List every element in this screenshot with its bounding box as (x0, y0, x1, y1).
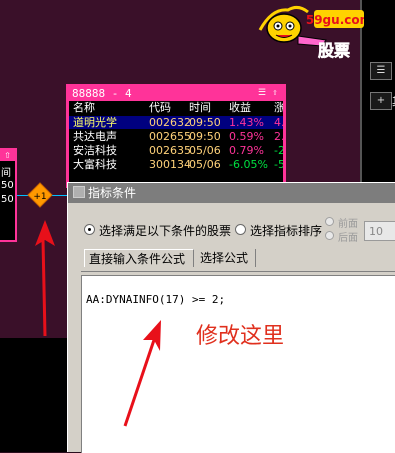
left-panel-text: 间 (1, 168, 11, 179)
condition-radio[interactable] (84, 224, 95, 235)
row-change: -2. (274, 144, 283, 157)
row-time: 09:50 (189, 116, 221, 129)
col-name-header: 名称 (73, 101, 95, 114)
row-code: 002655 (149, 130, 191, 143)
site-logo: 59gu.com 股票 (258, 5, 364, 60)
collapse-icon[interactable]: ⇧ (270, 88, 280, 99)
stock-list-panel: 88888 - 4 ☰ ⇧ 名称 代码 时间 收益 涨 道明光学 002632 09… (66, 84, 286, 188)
tab-direct-input[interactable]: 直接输入条件公式 (84, 249, 194, 267)
row-name: 大富科技 (73, 158, 117, 171)
left-panel-value: 50 (1, 194, 14, 205)
row-change: 2. (274, 130, 283, 143)
sort-radio[interactable] (235, 224, 246, 235)
stock-table-header: 名称 代码 时间 收益 涨 (69, 101, 283, 115)
col-time-header: 时间 (189, 101, 211, 114)
right-side-panel: ☰ + 其 (360, 0, 395, 200)
sort-count-input[interactable]: 10 (364, 221, 395, 241)
row-name: 安洁科技 (73, 144, 117, 157)
logo-label-text: 股票 (318, 41, 350, 60)
row-gain: 0.79% (229, 144, 264, 157)
row-gain: 1.43% (229, 116, 264, 129)
left-mini-panel: ⇧ 间 50 50 (0, 148, 17, 242)
formula-text: AA:DYNAINFO(17) >= 2; (86, 293, 226, 306)
condition-node-icon[interactable]: +1 (26, 181, 54, 209)
dialog-title: 指标条件 (88, 186, 137, 200)
condition-radio-label[interactable]: 选择满足以下条件的股票 (99, 222, 231, 239)
sort-desc-label: 前面 (338, 219, 358, 230)
row-code: 002632 (149, 116, 191, 129)
row-name: 道明光学 (73, 116, 117, 129)
table-row[interactable]: 共达电声 00265509:50 0.59% 2. (69, 130, 283, 143)
indicator-condition-dialog: 指标条件 选择满足以下条件的股票 选择指标排序 前面 后面 10 直接输入条件公… (67, 182, 395, 453)
tab-baseline (81, 271, 395, 272)
row-change: 4. (274, 116, 283, 129)
red-arrow-icon (123, 320, 161, 427)
row-code: 300134 (149, 158, 191, 171)
sort-asc-radio[interactable] (325, 231, 334, 240)
col-code-header: 代码 (149, 101, 171, 114)
sort-radio-label[interactable]: 选择指标排序 (250, 222, 322, 239)
logo-site-text: 59gu.com (306, 13, 364, 27)
row-code: 002635 (149, 144, 191, 157)
sort-asc-label: 后面 (338, 233, 358, 244)
row-time: 05/06 (189, 144, 221, 157)
row-time: 09:50 (189, 130, 221, 143)
list-icon-button[interactable]: ☰ (370, 62, 392, 80)
row-name: 共达电声 (73, 130, 117, 143)
row-gain: -6.05% (229, 158, 268, 171)
stock-panel-titlebar[interactable]: 88888 - 4 ☰ ⇧ (69, 87, 283, 101)
collapse-icon[interactable]: ⇧ (0, 150, 15, 161)
left-panel-value: 50 (1, 180, 14, 191)
stock-panel-title: 88888 - 4 (72, 87, 132, 100)
col-gain-header: 收益 (229, 101, 251, 114)
red-arrow-icon (35, 220, 55, 337)
app-icon (73, 186, 85, 198)
row-time: 05/06 (189, 158, 221, 171)
table-row[interactable]: 安洁科技 00263505/06 0.79% -2. (69, 144, 283, 157)
table-row[interactable]: 道明光学 00263209:50 1.43% 4. (69, 116, 283, 129)
dialog-titlebar[interactable]: 指标条件 (68, 183, 395, 203)
row-change: -5. (274, 158, 283, 171)
table-row[interactable]: 大富科技 30013405/06 -6.05% -5. (69, 158, 283, 171)
sort-desc-radio[interactable] (325, 217, 334, 226)
col-change-header: 涨 (274, 101, 283, 114)
annotation-text: 修改这里 (196, 324, 285, 349)
row-gain: 0.59% (229, 130, 264, 143)
bottom-strip (0, 338, 70, 452)
tab-select-formula[interactable]: 选择公式 (196, 249, 256, 267)
condition-node-label: +1 (33, 192, 46, 202)
menu-icon[interactable]: ☰ (257, 88, 267, 99)
expand-button[interactable]: + (370, 92, 392, 110)
